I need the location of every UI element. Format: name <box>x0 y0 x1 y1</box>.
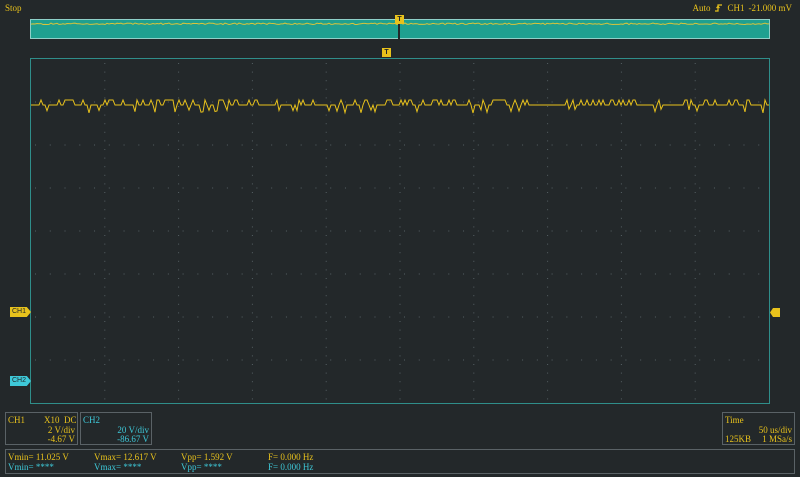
trigger-level-marker[interactable] <box>770 308 780 317</box>
graticule <box>31 63 769 400</box>
ch1-settings-panel[interactable]: CH1 X10 DC 2 V/div -4.67 V <box>5 412 78 445</box>
ch2-settings-panel[interactable]: CH2 20 V/div -86.67 V <box>80 412 152 445</box>
run-status[interactable]: Stop <box>5 3 22 13</box>
ch1-label: CH1 <box>8 415 26 425</box>
trigger-position-marker[interactable]: T <box>382 48 391 57</box>
waveform-grid[interactable] <box>30 58 770 404</box>
ch2-vpp: Vpp= **** <box>181 462 222 472</box>
rising-edge-icon <box>715 4 723 12</box>
trigger-channel: CH1 <box>727 3 745 13</box>
ch1-vmin: Vmin= 11.025 V <box>8 452 69 462</box>
trigger-info[interactable]: Auto CH1 -21.000 mV <box>692 3 792 13</box>
ch2-offset: -86.67 V <box>117 434 149 444</box>
ch2-frequency: F= 0.000 Hz <box>268 462 314 472</box>
ch1-ground-marker[interactable]: CH1 <box>10 307 32 317</box>
overview-trigger-marker[interactable]: T <box>395 15 404 24</box>
ch1-frequency: F= 0.000 Hz <box>268 452 314 462</box>
ch1-probe: X10 <box>44 415 60 425</box>
ch1-vmax: Vmax= 12.617 V <box>94 452 157 462</box>
ch2-vmax: Vmax= **** <box>94 462 142 472</box>
ch1-offset: -4.67 V <box>47 434 75 444</box>
ch2-label: CH2 <box>83 415 101 425</box>
trigger-level: -21.000 mV <box>748 3 793 13</box>
ch1-coupling: DC <box>64 415 77 425</box>
memory-depth: 125KB <box>725 434 752 444</box>
trigger-mode: Auto <box>692 3 711 13</box>
ch2-vmin: Vmin= **** <box>8 462 54 472</box>
timebase-label: Time <box>725 415 744 425</box>
sample-rate: 1 MSa/s <box>762 434 792 444</box>
timebase-panel[interactable]: Time 50 us/div 125KB 1 MSa/s <box>722 412 795 445</box>
ch1-vpp: Vpp= 1.592 V <box>181 452 233 462</box>
measurement-panel: Vmin= 11.025 V Vmax= 12.617 V Vpp= 1.592… <box>5 449 795 474</box>
ch2-ground-marker[interactable]: CH2 <box>10 376 32 386</box>
